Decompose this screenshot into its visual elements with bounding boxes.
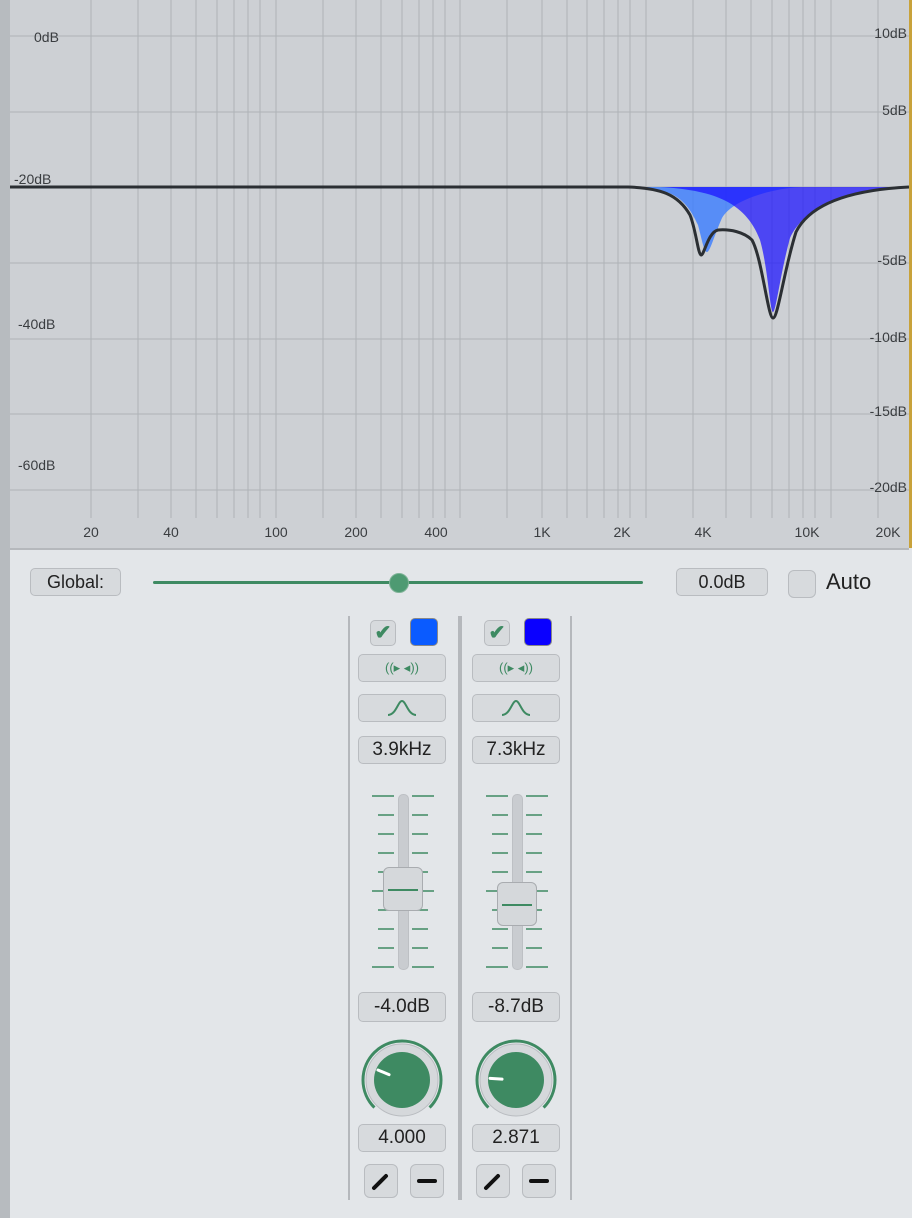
freq-tick-label: 200 <box>344 524 368 540</box>
db-label-right: -10dB <box>869 329 907 345</box>
minus-icon <box>417 1179 437 1183</box>
check-icon: ✔ <box>488 622 506 644</box>
band-solo-button[interactable]: ((▸ ◂)) <box>358 654 446 682</box>
band-gain-fader[interactable] <box>370 792 434 972</box>
db-label-right: -15dB <box>869 403 907 419</box>
band-gain-fader[interactable] <box>484 792 548 972</box>
band-frequency-field[interactable]: 7.3kHz <box>472 736 560 764</box>
pencil-icon <box>484 1174 500 1190</box>
fader-thumb[interactable] <box>497 882 537 927</box>
band-solo-button[interactable]: ((▸ ◂)) <box>472 654 560 682</box>
freq-tick-label: 40 <box>163 524 179 540</box>
minus-icon <box>529 1179 549 1183</box>
band-gain-field[interactable]: -4.0dB <box>358 992 446 1022</box>
check-icon: ✔ <box>374 622 392 644</box>
band-edit-button[interactable] <box>364 1164 398 1198</box>
bell-curve-icon <box>501 699 531 716</box>
db-label-left: -60dB <box>18 457 56 473</box>
pencil-icon <box>372 1174 388 1190</box>
eq-band-2: ✔ ((▸ ◂)) 7.3kHz -8.7dB 2.871 <box>460 616 572 1200</box>
band-enable-checkbox[interactable]: ✔ <box>370 620 396 646</box>
freq-tick-label: 400 <box>424 524 448 540</box>
band-filter-type-button[interactable] <box>358 694 446 722</box>
freq-tick-label: 20K <box>875 524 901 540</box>
band-gain-field[interactable]: -8.7dB <box>472 992 560 1022</box>
bell-curve-icon <box>387 699 417 716</box>
global-gain-slider-thumb[interactable] <box>389 573 409 593</box>
band-q-field[interactable]: 4.000 <box>358 1124 446 1152</box>
db-label-right: 10dB <box>874 25 907 41</box>
freq-tick-label: 10K <box>794 524 820 540</box>
auto-label: Auto <box>826 569 872 594</box>
band-color-swatch[interactable] <box>524 618 552 646</box>
band-color-swatch[interactable] <box>410 618 438 646</box>
knob-pointer <box>488 1076 504 1081</box>
freq-tick-label: 4K <box>694 524 712 540</box>
freq-tick-label: 100 <box>264 524 288 540</box>
band-enable-checkbox[interactable]: ✔ <box>484 620 510 646</box>
global-gain-value[interactable]: 0.0dB <box>676 568 768 596</box>
freq-tick-label: 1K <box>533 524 551 540</box>
band-filter-type-button[interactable] <box>472 694 560 722</box>
db-label-left: 0dB <box>34 29 59 45</box>
solo-speaker-icon: ((▸ ◂)) <box>499 660 533 675</box>
band-remove-button[interactable] <box>522 1164 556 1198</box>
solo-speaker-icon: ((▸ ◂)) <box>385 660 419 675</box>
global-label: Global: <box>30 568 121 596</box>
knob-body <box>374 1052 430 1108</box>
band-q-knob[interactable] <box>360 1038 444 1122</box>
band-q-knob[interactable] <box>474 1038 558 1122</box>
global-gain-row: Global: 0.0dB Auto <box>0 568 912 600</box>
auto-checkbox[interactable] <box>788 570 816 598</box>
eq-band-1: ✔ ((▸ ◂)) 3.9kHz -4.0dB 4.000 <box>348 616 460 1200</box>
band-frequency-field[interactable]: 3.9kHz <box>358 736 446 764</box>
eq-graph[interactable]: 0dB -20dB -40dB -60dB 10dB 5dB -5dB -10d… <box>10 0 909 550</box>
freq-tick-label: 2K <box>613 524 631 540</box>
band-remove-button[interactable] <box>410 1164 444 1198</box>
db-label-right: -5dB <box>877 252 907 268</box>
db-label-left: -40dB <box>18 316 56 332</box>
left-window-edge <box>0 0 10 1218</box>
freq-tick-label: 20 <box>83 524 99 540</box>
db-label-right: 5dB <box>882 102 907 118</box>
db-label-left: -20dB <box>14 171 52 187</box>
db-label-right: -20dB <box>869 479 907 495</box>
eq-graph-svg <box>10 0 909 518</box>
band-q-field[interactable]: 2.871 <box>472 1124 560 1152</box>
fader-thumb[interactable] <box>383 866 423 911</box>
band-edit-button[interactable] <box>476 1164 510 1198</box>
